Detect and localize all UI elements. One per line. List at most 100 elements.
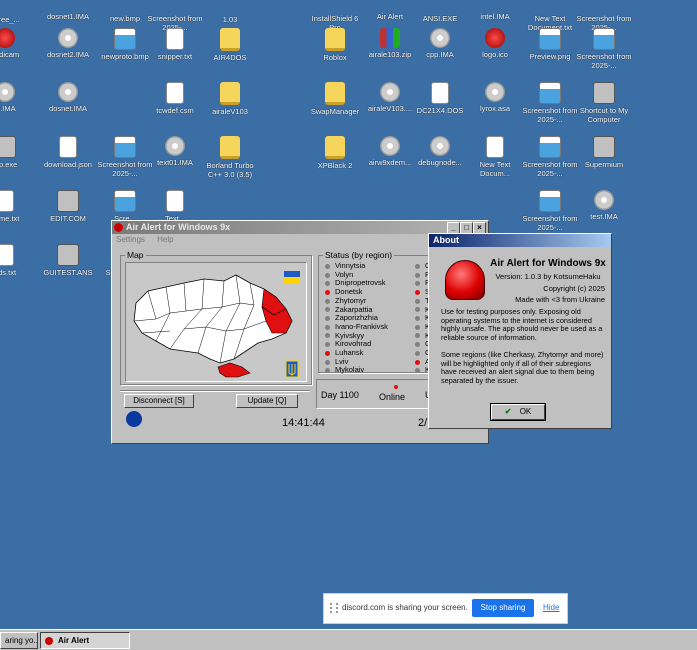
desktop-icon[interactable]: Screenshot from 2025-... — [520, 190, 580, 232]
desktop-icon[interactable]: SwapManager — [305, 82, 365, 116]
page-indicator: 2/ — [418, 417, 428, 429]
desktop-icon[interactable]: text01.IMA — [145, 136, 205, 167]
desktop-icon-label: andicam — [0, 50, 20, 59]
about-made-with: Made with <3 from Ukraine — [515, 295, 605, 304]
desktop-icon-label: t_free_... — [0, 15, 20, 24]
desktop-icon[interactable]: intel.IMA — [465, 0, 525, 21]
stop-sharing-button[interactable]: Stop sharing — [472, 599, 534, 617]
about-copyright: Copyright (c) 2025 — [543, 284, 605, 293]
desktop-icon[interactable]: dosnet2.IMA — [38, 28, 98, 59]
text-file-icon — [0, 190, 14, 212]
desktop-icon[interactable]: dosnet1.IMA — [38, 0, 98, 21]
desktop-icon-label: intel.IMA — [480, 12, 510, 21]
desktop-icon[interactable]: tup.exe — [0, 136, 35, 169]
desktop-icon[interactable]: airaleV103 — [200, 82, 260, 116]
desktop-icon[interactable]: Shortcut to My Computer — [574, 82, 634, 124]
desktop-icon[interactable]: Screenshot from 2025-... — [520, 82, 580, 124]
desktop-icon-label: dosnet1.IMA — [46, 12, 90, 21]
taskbar-siren-icon — [45, 636, 53, 645]
desktop-icon-label: logo.ico — [482, 50, 508, 59]
desktop-icon[interactable]: AIR4DOS — [200, 28, 260, 62]
folder-icon — [325, 28, 345, 51]
desktop-icon[interactable]: New Text Docum... — [465, 136, 525, 178]
desktop-icon[interactable]: lyrox.asa — [465, 82, 525, 113]
desktop-icon[interactable]: XPBlack 2 — [305, 136, 365, 170]
status-dot-icon — [415, 263, 420, 269]
desktop-icon-label: dosnet.IMA — [49, 104, 87, 113]
desktop-icon-label: GUITEST.ANS — [43, 268, 93, 277]
menu-settings[interactable]: Settings — [116, 235, 145, 244]
desktop-icon[interactable]: EDIT.COM — [38, 190, 98, 223]
about-app-name: Air Alert for Windows 9x — [490, 258, 606, 269]
desktop-icon-label: Borland Turbo C++ 3.0 (3.5) — [206, 161, 254, 179]
status-dot-icon — [325, 272, 330, 278]
desktop-icon[interactable]: bl.IMA — [0, 82, 35, 113]
desktop-icon[interactable]: tcwdef.csm — [145, 82, 205, 115]
desktop-icon[interactable]: Borland Turbo C++ 3.0 (3.5) — [200, 136, 260, 179]
status-dot-icon — [325, 316, 330, 322]
desktop-icon-label: cpp.IMA — [426, 50, 454, 59]
desktop-icon[interactable]: 1.03 — [200, 0, 260, 24]
taskbar-item-air-alert[interactable]: Air Alert — [40, 632, 130, 649]
desktop-icon[interactable]: GUITEST.ANS — [38, 244, 98, 277]
desktop-icon[interactable]: ANSI.EXE — [410, 0, 470, 23]
desktop-icon[interactable]: cpp.IMA — [410, 28, 470, 59]
bitmap-icon — [114, 28, 136, 50]
about-dialog[interactable]: About Air Alert for Windows 9x Version: … — [428, 233, 612, 429]
desktop-icon[interactable]: dosnet.IMA — [38, 82, 98, 113]
status-dot-icon — [415, 350, 420, 356]
desktop-icon-label: Screenshot from 2025-... — [522, 214, 578, 232]
desktop-icon[interactable]: Screenshot from 2025-... — [520, 136, 580, 178]
desktop-icon[interactable]: logo.ico — [465, 28, 525, 59]
ok-label: OK — [519, 407, 532, 416]
text-file-icon — [0, 244, 14, 266]
ansi-art-icon — [57, 244, 79, 266]
desktop-icon[interactable]: Preview.png — [520, 28, 580, 61]
desktop-icon[interactable]: snipper.txt — [145, 28, 205, 61]
taskbar-item-sharing[interactable]: aring yo... — [0, 632, 38, 649]
about-notice-1: Use for testing purposes only. Exposing … — [441, 307, 603, 342]
desktop-icon[interactable]: download.json — [38, 136, 98, 169]
desktop-icon-label: XPBlack 2 — [317, 161, 353, 170]
desktop-icon-label: nds.txt — [0, 268, 17, 277]
status-group: Status (by region) Vinnytsia Volyn Dniprop… — [318, 250, 444, 374]
update-button[interactable]: Update [Q] — [236, 394, 298, 408]
desktop-icon[interactable]: DC21X4.DOS — [410, 82, 470, 115]
desktop-icon[interactable]: Text... — [145, 190, 205, 223]
folder-icon — [325, 136, 345, 159]
desktop-icon[interactable]: Supermium — [574, 136, 634, 169]
map-panel — [125, 262, 307, 382]
status-dot-icon — [325, 359, 330, 365]
desktop-icon[interactable]: debugnode... — [410, 136, 470, 167]
disk-icon — [594, 190, 614, 210]
desktop-icon[interactable]: Roblox — [305, 28, 365, 62]
desktop-icon[interactable]: andicam — [0, 28, 35, 59]
taskbar: aring yo... Air Alert — [0, 629, 697, 650]
ukraine-map — [133, 271, 300, 378]
menu-help[interactable]: Help — [157, 235, 173, 244]
status-dot-icon — [325, 298, 330, 304]
dos-window-icon — [57, 190, 79, 212]
disk-icon — [430, 28, 450, 48]
desktop-icon-label: lyrox.asa — [479, 104, 510, 113]
desktop-icon[interactable]: nds.txt — [0, 244, 35, 277]
taskbar-item-air-alert-label: Air Alert — [57, 636, 90, 645]
desktop-icon[interactable]: adme.txt — [0, 190, 35, 223]
disconnect-button[interactable]: Disconnect [S] — [124, 394, 194, 408]
text-file-icon — [166, 28, 184, 50]
status-dot-icon — [325, 307, 330, 313]
desktop-icon[interactable]: test.IMA — [574, 190, 634, 221]
desktop-icon-label: Screenshot from 2025-... — [522, 160, 578, 178]
online-label: Online — [379, 392, 406, 402]
image-icon — [539, 136, 561, 158]
disk-icon — [380, 136, 400, 156]
desktop-icon[interactable]: t_free_... — [0, 0, 35, 24]
status-dot-icon — [325, 263, 330, 269]
desktop-icon[interactable]: Screenshot from 2025-... — [574, 28, 634, 70]
desktop-icon-label: AIR4DOS — [213, 53, 247, 62]
hide-link[interactable]: Hide — [543, 603, 559, 612]
folder-icon — [220, 136, 240, 159]
ok-button[interactable]: ✔ OK — [490, 403, 546, 421]
desktop-icon-label: adme.txt — [0, 214, 20, 223]
about-titlebar[interactable]: About — [429, 234, 611, 247]
